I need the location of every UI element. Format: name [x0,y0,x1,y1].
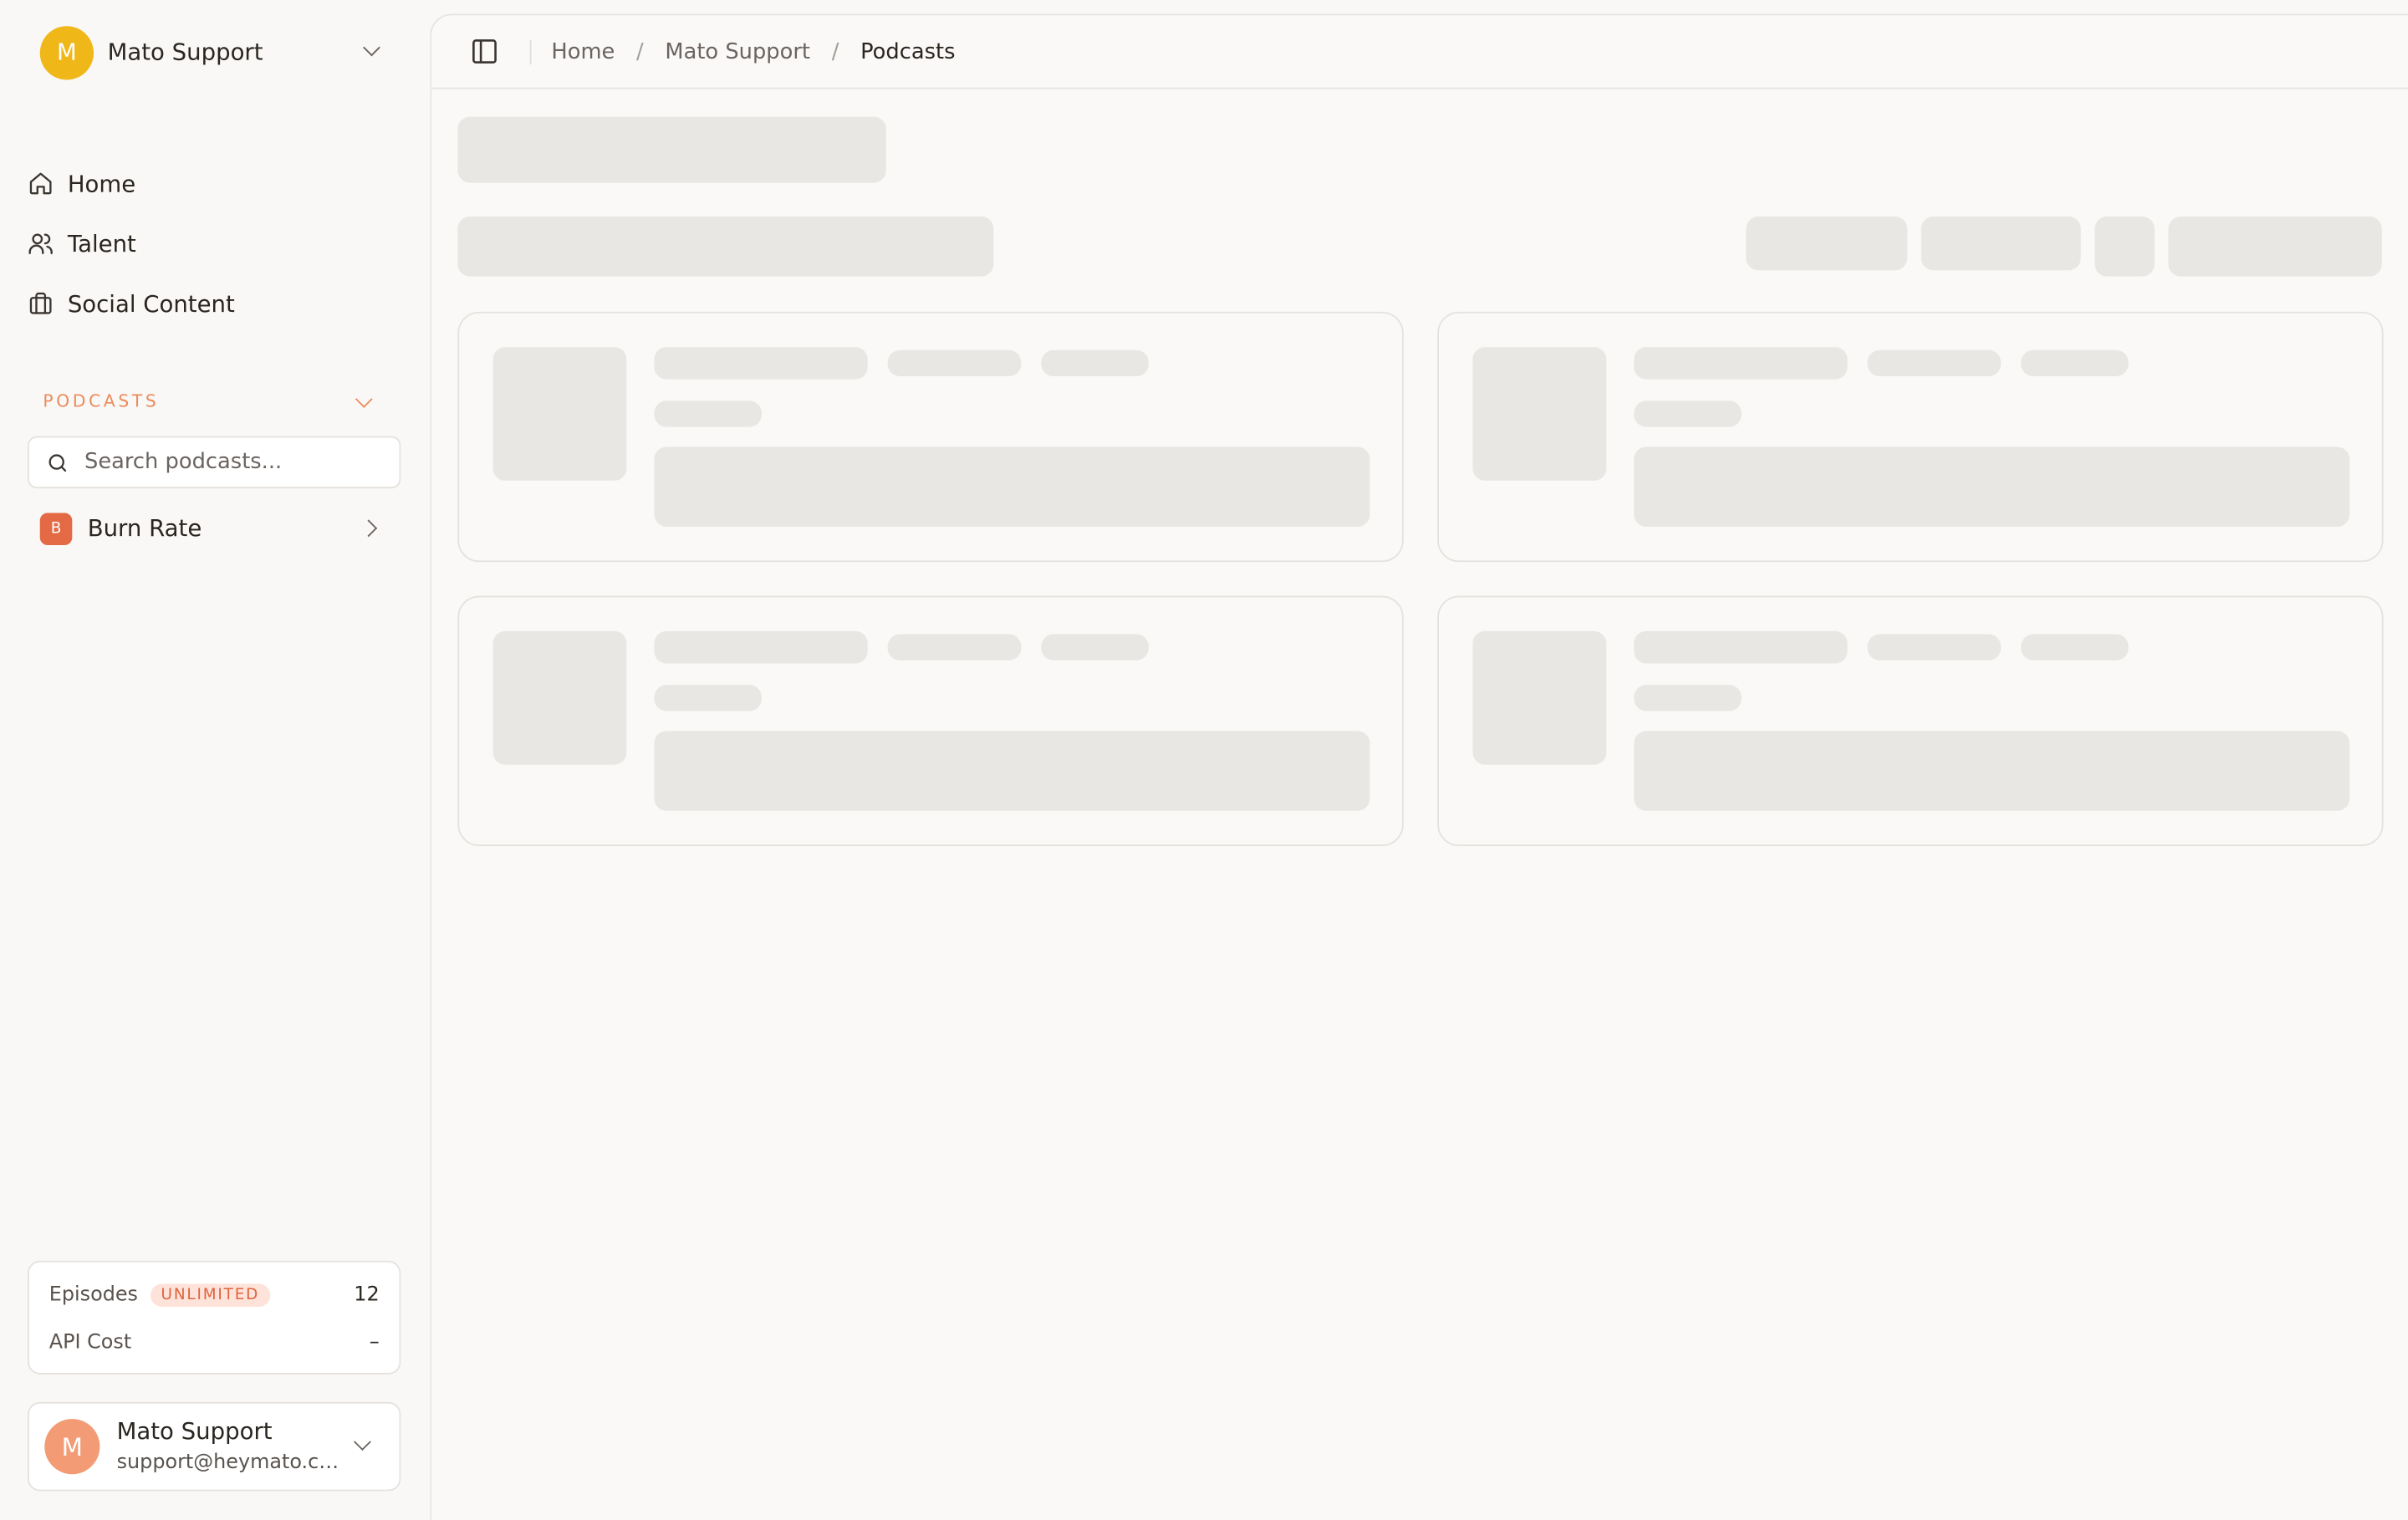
skeleton-line [1867,349,2002,376]
breadcrumb-current: Podcasts [860,38,956,64]
skeleton-line [1634,347,1848,380]
skeleton-line [654,685,763,712]
skeleton-cover [1472,347,1607,481]
user-name: Mato Support [116,1417,273,1446]
skeleton-line [1041,349,1149,376]
skeleton-line [1634,400,1742,427]
chevron-down-icon [354,1433,371,1451]
skeleton-podcast-card [1437,595,2384,847]
podcast-item-burn-rate[interactable]: B Burn Rate [28,502,400,554]
breadcrumb-org[interactable]: Mato Support [665,39,810,64]
users-icon [28,233,53,254]
podcasts-section-title: PODCASTS [43,390,160,411]
search-icon [48,453,67,472]
skeleton-cover [492,347,627,481]
usage-row-api-cost: API Cost – [49,1325,380,1359]
skeleton-cover [492,630,627,765]
chevron-down-icon [355,390,373,408]
chevron-down-icon [363,38,380,57]
skeleton-line [1041,634,1149,661]
main-panel: Home / Mato Support / Podcasts [430,13,2408,1520]
skeleton-filter-button [1746,216,1908,271]
skeleton-podcast-card [1437,311,2384,563]
skeleton-line [654,347,868,380]
skeleton-block [1634,731,2350,811]
skeleton-line [1634,685,1742,712]
skeleton-podcast-card [457,595,1404,847]
skeleton-cover [1472,630,1607,765]
nav-item-label: Social Content [67,289,235,318]
main-nav: Home Talent Social Content [28,154,400,334]
episodes-label: Episodes [48,1283,138,1307]
skeleton-line [887,349,1022,376]
avatar: M [44,1419,100,1475]
skeleton-line [1867,634,2002,661]
usage-card: Episodes UNLIMITED 12 API Cost – [28,1260,401,1375]
skeleton-line [1634,630,1848,664]
podcasts-section-toggle[interactable]: PODCASTS [28,384,400,417]
skeleton-page-title [457,116,886,183]
user-menu[interactable]: M Mato Support support@heymato.com [28,1401,401,1492]
podcast-name: Burn Rate [87,514,202,543]
podcast-badge: B [39,512,73,545]
nav-item-label: Talent [67,229,136,258]
skeleton-action-button [2168,216,2382,277]
api-cost-label: API Cost [48,1330,132,1354]
user-email: support@heymato.com [116,1451,344,1475]
breadcrumb-home[interactable]: Home [551,39,615,64]
plan-badge: UNLIMITED [150,1283,271,1307]
search-input[interactable] [81,448,380,477]
skeleton-podcast-card [457,311,1404,563]
sidebar: M Mato Support Home Talent Social Conten… [0,0,429,1505]
skeleton-line [2021,634,2129,661]
topbar: Home / Mato Support / Podcasts [431,15,2408,89]
skeleton-filter-button [1921,216,2081,271]
breadcrumb-separator: / [636,38,644,64]
skeleton-block [654,446,1370,527]
podcast-search [28,436,401,489]
skeleton-block [654,731,1370,811]
skeleton-block [1634,446,2350,527]
briefcase-icon [29,292,52,314]
breadcrumb-separator: / [831,38,839,64]
breadcrumb: Home / Mato Support / Podcasts [531,39,955,64]
sidebar-toggle-icon [472,39,497,64]
org-name: Mato Support [107,38,263,66]
org-avatar: M [39,25,94,79]
skeleton-line [2021,349,2129,376]
home-icon [29,172,52,195]
chevron-right-icon [360,519,378,538]
usage-row-episodes: Episodes UNLIMITED 12 [49,1278,380,1311]
nav-item-label: Home [67,169,136,198]
api-cost-value: – [369,1330,380,1354]
skeleton-line [887,634,1022,661]
skeleton-icon-button [2094,216,2155,277]
skeleton-line [654,630,868,664]
nav-item-social-content[interactable]: Social Content [28,273,400,334]
sidebar-toggle-button[interactable] [470,37,499,66]
nav-item-home[interactable]: Home [28,154,400,214]
skeleton-search [457,216,994,277]
skeleton-line [654,400,763,427]
org-switcher[interactable]: M Mato Support [28,18,400,86]
nav-item-talent[interactable]: Talent [28,213,400,273]
episodes-count: 12 [354,1283,380,1307]
